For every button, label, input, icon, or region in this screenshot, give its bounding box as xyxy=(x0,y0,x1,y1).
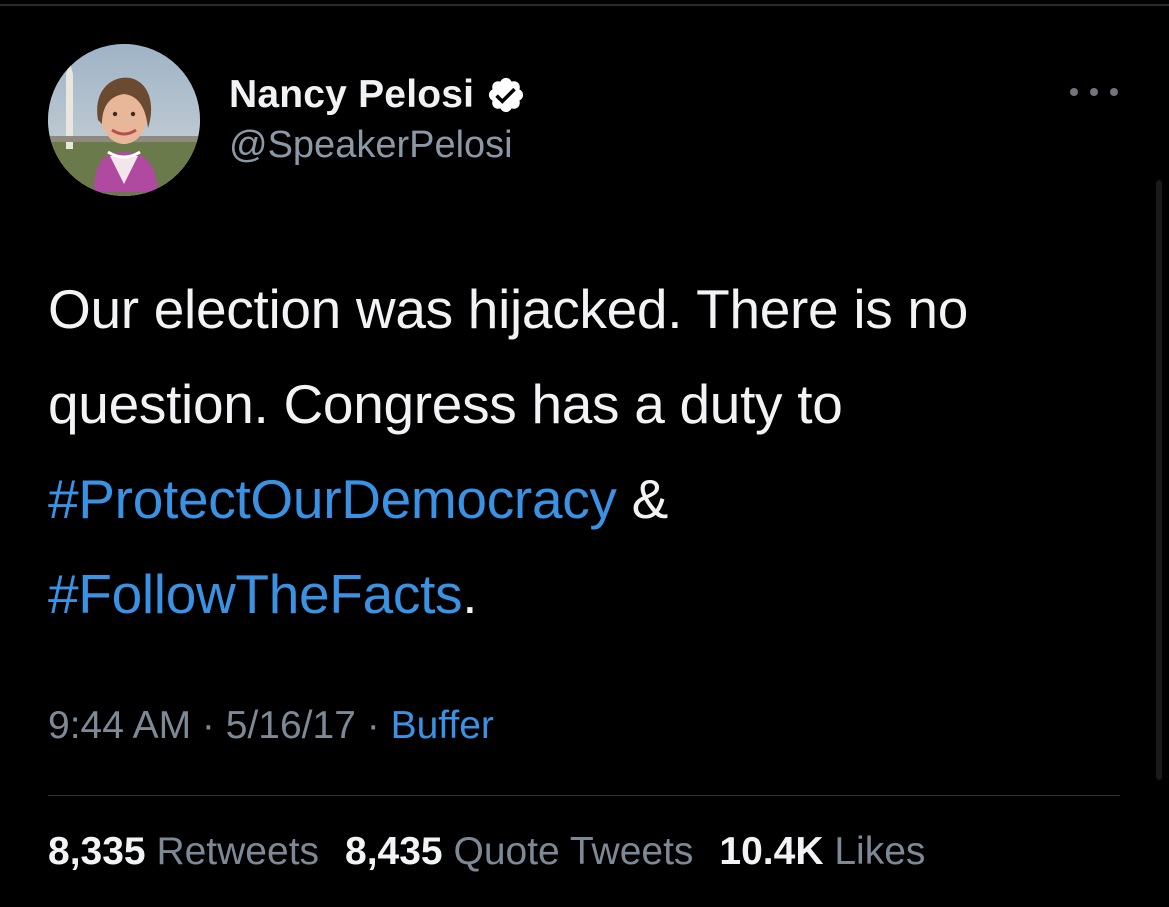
tweet-line: question. Congress has a duty to xyxy=(48,373,843,435)
retweets-label: Retweets xyxy=(156,830,320,873)
stats-divider xyxy=(48,795,1120,796)
tweet-text: Our election was hijacked. There is no q… xyxy=(48,262,1138,642)
author-handle[interactable]: @SpeakerPelosi xyxy=(229,124,513,167)
tweet-line: #FollowTheFacts. xyxy=(48,547,1138,642)
tweet-time[interactable]: 9:44 AM xyxy=(48,704,191,747)
tweet-date[interactable]: 5/16/17 xyxy=(226,704,356,747)
tweet-line: Our election was hijacked. There is no xyxy=(48,278,969,340)
likes-count: 10.4K xyxy=(719,830,824,873)
retweets-count: 8,335 xyxy=(48,830,146,873)
tweet-connector: & xyxy=(616,468,669,530)
likes-label: Likes xyxy=(834,830,926,873)
quote-tweets-count: 8,435 xyxy=(345,830,443,873)
avatar-photo xyxy=(48,44,200,196)
quote-tweets-stat[interactable]: 8,435 Quote Tweets xyxy=(345,830,693,873)
author-name[interactable]: Nancy Pelosi xyxy=(229,73,474,117)
more-dot xyxy=(1070,88,1078,96)
quote-tweets-label: Quote Tweets xyxy=(453,830,694,873)
hashtag-link[interactable]: #ProtectOurDemocracy xyxy=(48,468,617,530)
author-name-row[interactable]: Nancy Pelosi xyxy=(229,70,526,120)
likes-stat[interactable]: 10.4K Likes xyxy=(719,830,925,873)
tweet-stats: 8,335 Retweets 8,435 Quote Tweets 10.4K Li… xyxy=(48,830,951,874)
hashtag-link[interactable]: #FollowTheFacts xyxy=(48,563,463,625)
top-divider xyxy=(0,4,1169,6)
retweets-stat[interactable]: 8,335 Retweets xyxy=(48,830,319,873)
verified-badge-icon xyxy=(486,75,526,115)
meta-separator: · xyxy=(191,704,226,747)
avatar[interactable] xyxy=(48,44,200,196)
meta-separator: · xyxy=(355,704,391,747)
more-dot xyxy=(1090,88,1098,96)
more-dot xyxy=(1110,88,1118,96)
scrollbar-track[interactable] xyxy=(1156,180,1162,780)
tweet-end-punctuation: . xyxy=(462,563,478,625)
tweet-line: #ProtectOurDemocracy & xyxy=(48,452,1138,547)
tweet-source[interactable]: Buffer xyxy=(391,704,494,747)
tweet-meta: 9:44 AM · 5/16/17 · Buffer xyxy=(48,704,494,748)
more-dots-icon[interactable] xyxy=(1070,82,1118,102)
